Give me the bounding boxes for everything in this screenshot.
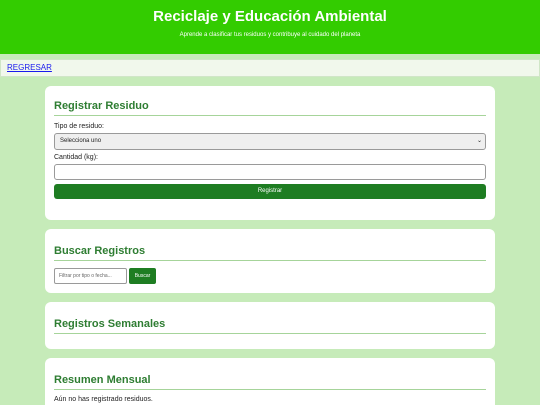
- weekly-title: Registros Semanales: [54, 318, 486, 334]
- quantity-label: Cantidad (kg):: [54, 154, 98, 161]
- waste-type-select[interactable]: Selecciona uno ⌄: [54, 133, 486, 150]
- register-card: Registrar Residuo Tipo de residuo: Selec…: [45, 86, 495, 220]
- waste-type-label: Tipo de residuo:: [54, 123, 104, 130]
- back-link[interactable]: REGRESAR: [7, 63, 52, 72]
- quantity-input[interactable]: [54, 164, 486, 180]
- search-card: Buscar Registros Filtrar por tipo o fech…: [45, 229, 495, 293]
- page-header: Reciclaje y Educación Ambiental Aprende …: [0, 0, 540, 54]
- monthly-card: Resumen Mensual Aún no has registrado re…: [45, 358, 495, 405]
- page-title: Reciclaje y Educación Ambiental: [153, 8, 387, 25]
- search-input[interactable]: Filtrar por tipo o fecha...: [54, 268, 127, 284]
- register-button[interactable]: Registrar: [54, 184, 486, 199]
- search-button[interactable]: Buscar: [129, 268, 156, 284]
- waste-type-selected: Selecciona uno: [60, 138, 102, 144]
- nav-bar: REGRESAR: [0, 59, 540, 77]
- monthly-empty-text: Aún no has registrado residuos.: [54, 396, 153, 403]
- page-subtitle: Aprende a clasificar tus residuos y cont…: [179, 32, 361, 38]
- register-title: Registrar Residuo: [54, 100, 486, 116]
- monthly-title: Resumen Mensual: [54, 374, 486, 390]
- chevron-down-icon: ⌄: [476, 138, 482, 144]
- search-title: Buscar Registros: [54, 245, 486, 261]
- weekly-card: Registros Semanales: [45, 302, 495, 349]
